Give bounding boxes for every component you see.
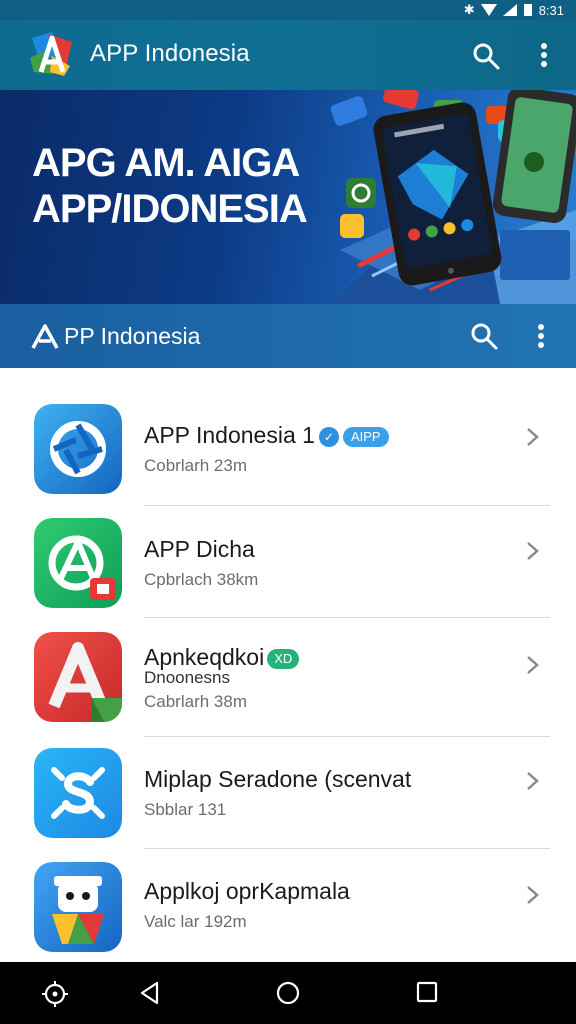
search-icon[interactable]	[472, 42, 500, 70]
home-icon[interactable]	[276, 981, 300, 1005]
top-app-bar: APP Indonesia	[0, 20, 576, 90]
item-name: Apnkeqdkoi	[144, 644, 265, 670]
item-name: Applkoj oprKapmala	[144, 878, 350, 904]
a-logo-icon	[31, 324, 59, 349]
item-subtitle: Cabrlarh 38m	[144, 692, 247, 711]
list-item[interactable]: Miplap Seradone (scenvat Sbblar 131	[0, 738, 576, 852]
list-item[interactable]: Applkoj oprKapmala Valc lar 192m	[0, 852, 576, 966]
aperture-app-icon	[34, 404, 122, 494]
search-icon[interactable]	[470, 322, 498, 350]
dollar-app-icon	[34, 748, 122, 838]
app-list: APP Indonesia 1 ✓ AIPP Cobrlarh 23m APP Di…	[0, 368, 576, 962]
list-item[interactable]: APP Indonesia 1 ✓ AIPP Cobrlarh 23m	[0, 392, 576, 506]
secondary-title: PP Indonesia	[64, 323, 201, 349]
item-title: APP Indonesia 1 ✓ AIPP	[144, 422, 389, 449]
promo-banner[interactable]: APG AM. AIGA APP/IDONESIA	[0, 90, 576, 304]
divider	[144, 736, 550, 737]
banner-headline-line1: APG AM. AIGA	[32, 141, 300, 185]
list-item[interactable]: Apnkeqdkoi XD Dnoonesns Cabrlarh 38m	[0, 620, 576, 737]
system-navigation-bar	[0, 962, 576, 1024]
app-logo-icon[interactable]	[26, 28, 78, 80]
status-time: 8:31	[538, 2, 564, 18]
list-item[interactable]: APP Dicha Cpbrlach 38km	[0, 506, 576, 620]
item-subtitle: Sbblar 131	[144, 800, 227, 819]
recents-icon[interactable]	[416, 981, 438, 1003]
item-badge: XD	[267, 648, 300, 669]
item-name: APP Dicha	[144, 536, 255, 562]
item-name-suffix: 1	[302, 422, 315, 448]
wifi-icon	[480, 4, 497, 16]
more-vert-icon[interactable]	[534, 40, 554, 70]
red-a-app-icon	[34, 632, 122, 722]
banner-headline: APG AM. AIGA APP/IDONESIA	[32, 140, 308, 232]
chevron-right-icon	[527, 772, 539, 790]
item-subtitle-secondary: Dnoonesns	[144, 668, 231, 687]
chevron-right-icon	[527, 886, 539, 904]
item-subtitle: Cpbrlach 38km	[144, 570, 259, 589]
status-bar: ✱ 8:31	[0, 0, 576, 20]
letter-a-app-icon	[34, 518, 122, 608]
signal-icon	[502, 4, 517, 16]
item-badge: AIPP	[342, 426, 389, 447]
bluetooth-icon: ✱	[463, 2, 475, 17]
item-name: Miplap Seradone (scenvat	[144, 766, 412, 792]
divider	[144, 848, 550, 849]
chevron-right-icon	[527, 656, 539, 674]
mascot-app-icon	[34, 862, 122, 952]
chevron-right-icon	[527, 542, 539, 560]
secondary-toolbar: PP Indonesia	[0, 304, 576, 368]
back-icon[interactable]	[138, 981, 162, 1005]
item-name: APP Indonesia	[144, 422, 296, 448]
banner-headline-line2: APP/IDONESIA	[32, 187, 308, 231]
battery-icon	[523, 4, 532, 16]
item-subtitle: Cobrlarh 23m	[144, 456, 247, 475]
verified-badge-icon: ✓	[318, 426, 339, 447]
divider	[144, 617, 550, 618]
chevron-right-icon	[527, 428, 539, 446]
app-title: APP Indonesia	[90, 40, 250, 67]
more-vert-icon[interactable]	[531, 321, 551, 351]
assist-icon[interactable]	[42, 981, 68, 1007]
status-icons: ✱ 8:31	[464, 0, 564, 20]
item-title: Apnkeqdkoi XD	[144, 644, 300, 671]
item-subtitle: Valc lar 192m	[144, 912, 247, 931]
